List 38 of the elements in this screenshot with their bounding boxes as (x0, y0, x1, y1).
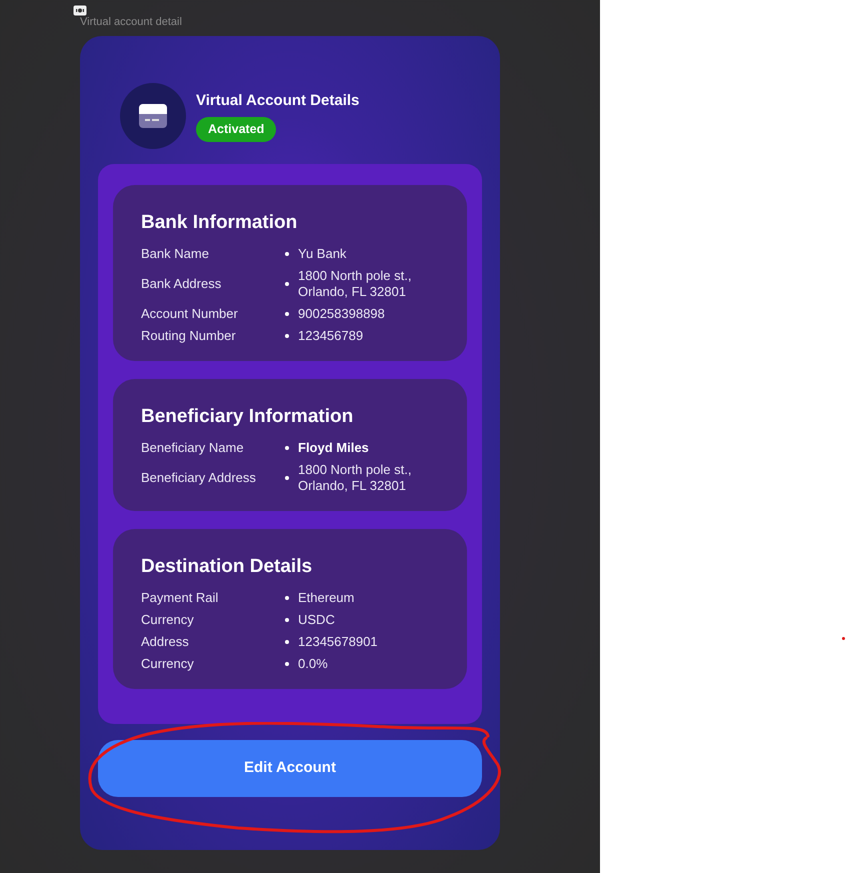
field-label: Bank Name (141, 246, 210, 262)
frame-label: Virtual account detail (80, 15, 182, 30)
bullet-icon (285, 446, 289, 450)
field-value: 0.0% (298, 656, 329, 672)
field-value: 900258398898 (298, 306, 386, 322)
field-value: Floyd Miles (298, 440, 370, 456)
field-label: Beneficiary Address (141, 470, 257, 486)
field-label: Routing Number (141, 328, 237, 344)
card-title: Virtual Account Details (196, 91, 360, 112)
field-label: Payment Rail (141, 590, 220, 606)
field-value: Ethereum (298, 590, 356, 606)
bullet-icon (285, 596, 289, 600)
field-value: 12345678901 (298, 634, 379, 650)
bullet-icon (285, 640, 289, 644)
field-value: 123456789 (298, 328, 364, 344)
edit-account-button[interactable]: Edit Account (98, 740, 482, 797)
bullet-icon (285, 618, 289, 622)
field-value: Yu Bank (298, 246, 348, 262)
field-label: Currency (141, 656, 195, 672)
field-label: Account Number (141, 306, 239, 322)
status-badge: Activated (196, 116, 276, 142)
frame-icon (73, 5, 87, 16)
section-title: Bank Information (141, 211, 298, 235)
bullet-icon (285, 662, 289, 666)
section-title: Destination Details (141, 555, 314, 579)
bullet-icon (285, 312, 289, 316)
field-label: Address (141, 634, 190, 650)
field-value: 1800 North pole st., Orlando, FL 32801 (298, 462, 412, 494)
bullet-icon (285, 282, 289, 286)
field-label: Currency (141, 612, 195, 628)
bullet-icon (285, 476, 289, 480)
field-label: Beneficiary Name (141, 440, 245, 456)
bullet-icon (285, 252, 289, 256)
section-title: Beneficiary Information (141, 405, 354, 429)
field-value: USDC (298, 612, 336, 628)
bullet-icon (285, 334, 289, 338)
field-label: Bank Address (141, 276, 222, 292)
field-value: 1800 North pole st., Orlando, FL 32801 (298, 268, 412, 300)
